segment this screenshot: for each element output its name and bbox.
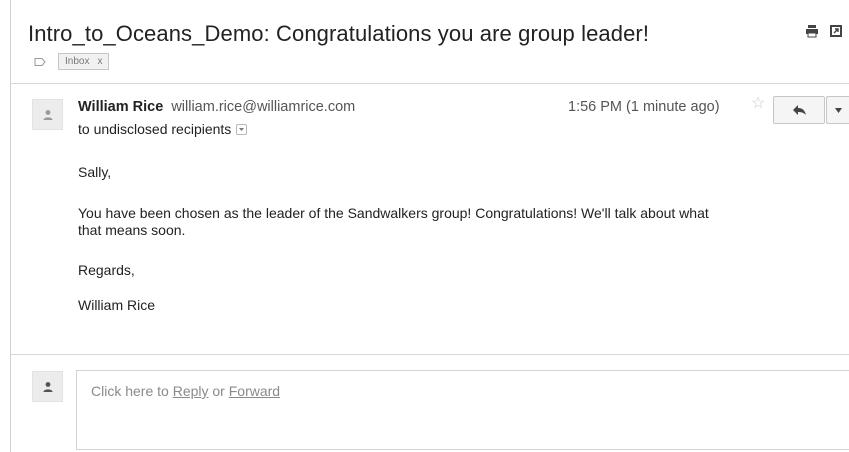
header-divider <box>10 83 849 84</box>
reply-prompt-prefix: Click here to <box>91 383 173 399</box>
inbox-label-text: Inbox <box>65 56 90 67</box>
sender-line: William Rice william.rice@williamrice.co… <box>78 99 355 115</box>
star-icon[interactable]: ☆ <box>751 96 765 112</box>
label-row: Inbox x <box>34 53 110 70</box>
message-time: 1:56 PM (1 minute ago) <box>568 99 720 115</box>
more-options-button[interactable] <box>826 96 849 124</box>
inbox-label-badge[interactable]: Inbox x <box>58 53 110 70</box>
body-signature: William Rice <box>78 297 155 313</box>
recipients-text: to undisclosed recipients <box>78 121 232 137</box>
new-window-icon[interactable] <box>829 24 843 38</box>
body-paragraph-line-1: You have been chosen as the leader of th… <box>78 205 709 221</box>
sender-email: william.rice@williamrice.com <box>171 99 356 115</box>
chevron-down-icon <box>835 107 842 113</box>
email-view: Intro_to_Oceans_Demo: Congratulations yo… <box>0 0 849 452</box>
body-paragraph-line-2: that means soon. <box>78 222 186 238</box>
person-icon <box>43 381 52 392</box>
left-border <box>10 0 11 452</box>
forward-link[interactable]: Forward <box>229 383 280 399</box>
print-icon[interactable] <box>805 24 819 38</box>
chevron-down-icon <box>239 127 245 131</box>
person-icon <box>43 109 52 120</box>
message-divider <box>10 354 849 355</box>
sender-name[interactable]: William Rice <box>78 99 163 115</box>
recipients-line: to undisclosed recipients <box>78 121 248 137</box>
sender-avatar <box>32 99 63 130</box>
body-closing: Regards, <box>78 262 135 278</box>
user-avatar <box>32 371 63 402</box>
reply-link[interactable]: Reply <box>173 383 209 399</box>
label-tag-icon[interactable] <box>34 56 46 68</box>
reply-prompt: Click here to Reply or Forward <box>91 383 280 399</box>
reply-button[interactable] <box>773 96 825 124</box>
email-subject: Intro_to_Oceans_Demo: Congratulations yo… <box>28 21 650 46</box>
quick-reply-box[interactable]: Click here to Reply or Forward <box>76 370 849 450</box>
show-details-button[interactable] <box>236 123 248 135</box>
thread-actions <box>805 24 843 38</box>
reply-icon <box>792 105 806 115</box>
remove-label-button[interactable]: x <box>97 55 102 68</box>
body-greeting: Sally, <box>78 164 112 180</box>
reply-prompt-middle: or <box>208 383 229 399</box>
